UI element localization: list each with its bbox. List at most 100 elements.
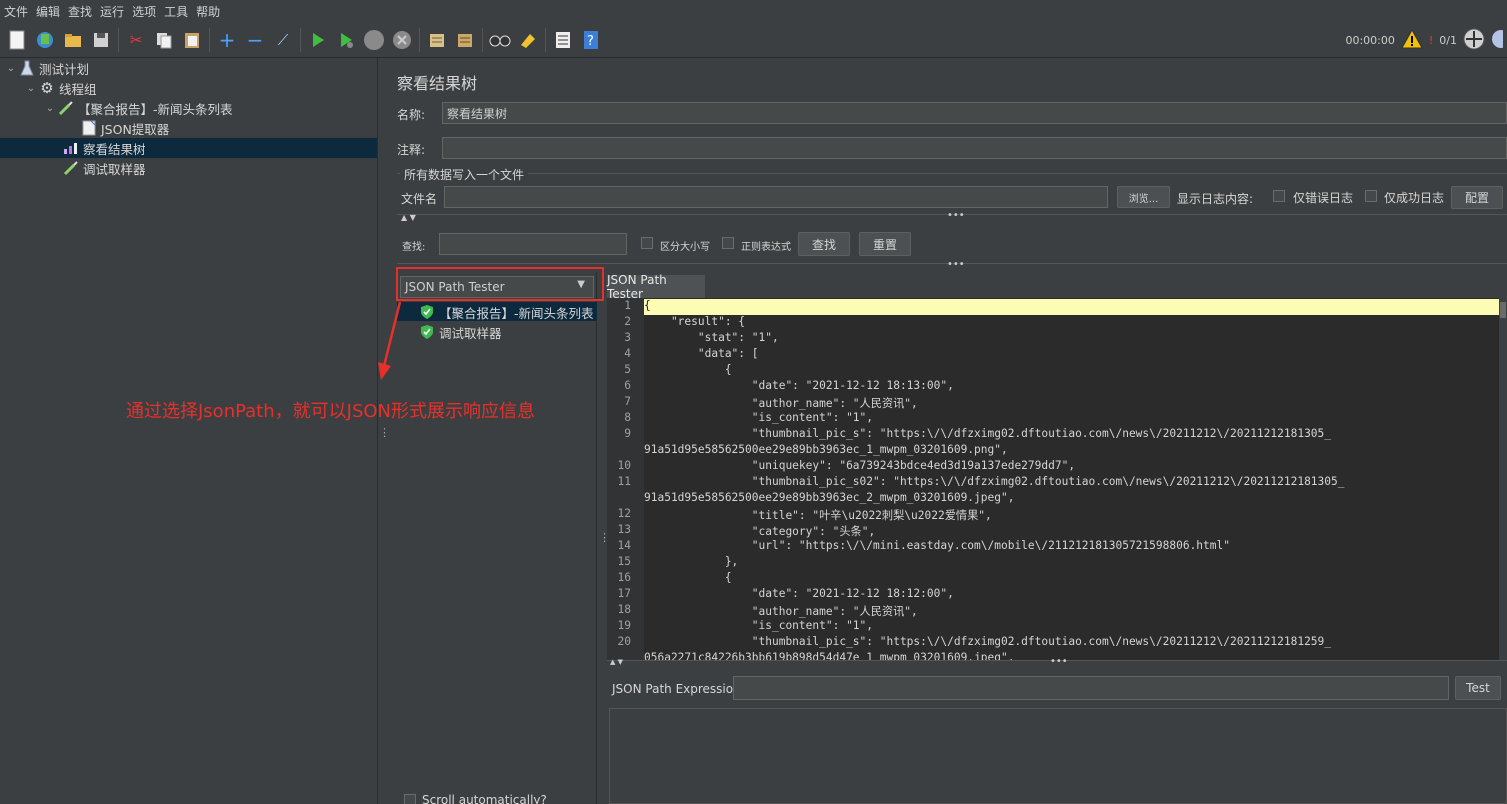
case-sensitive-checkbox[interactable] <box>641 237 653 249</box>
menu-file[interactable]: 文件 <box>4 3 28 20</box>
code-text: "thumbnail_pic_s": "https:\/\/dfzximg02.… <box>644 635 1332 648</box>
line-number: 9 <box>624 427 631 440</box>
function-helper-icon[interactable] <box>552 29 574 51</box>
code-text: "title": "叶辛\u2022刺梨\u2022爱情果", <box>644 509 992 522</box>
chevron-down-icon[interactable]: ⌄ <box>43 103 57 114</box>
name-field[interactable]: 察看结果树 <box>442 102 1507 124</box>
code-text: "stat": "1", <box>644 331 779 344</box>
configure-button[interactable]: 配置 <box>1451 186 1503 209</box>
clear-all-icon[interactable] <box>454 29 476 51</box>
line-number: 5 <box>624 363 631 376</box>
save-icon[interactable] <box>90 29 112 51</box>
cut-icon[interactable]: ✂ <box>125 29 147 51</box>
templates-icon[interactable] <box>34 29 56 51</box>
menu-bar: 文件 编辑 查找 运行 选项 工具 帮助 <box>0 0 1507 22</box>
tree-item-label: JSON提取器 <box>101 121 170 137</box>
start-icon[interactable] <box>307 29 329 51</box>
code-text: 056a2271c84226b3bb619b898d54d47e_1_mwpm_… <box>644 651 1015 660</box>
search-icon[interactable] <box>489 29 511 51</box>
scrollbar-thumb[interactable] <box>1500 302 1506 318</box>
tree-item-json-extractor[interactable]: JSON提取器 <box>80 118 169 138</box>
chevron-down-icon[interactable]: ▼ <box>577 279 585 290</box>
tree-item-label: 调试取样器 <box>83 161 146 177</box>
stop-icon[interactable] <box>363 29 385 51</box>
name-label: 名称: <box>397 108 426 122</box>
comment-field[interactable] <box>442 137 1507 159</box>
scroll-auto-label: Scroll automatically? <box>422 793 547 804</box>
regex-checkbox[interactable] <box>722 237 734 249</box>
menu-run[interactable]: 运行 <box>100 3 124 20</box>
menu-tools[interactable]: 工具 <box>164 3 188 20</box>
tree-item-thread-group[interactable]: ⌄ ⚙ 线程组 <box>24 78 97 98</box>
json-path-expression-input[interactable] <box>733 676 1449 700</box>
copy-icon[interactable] <box>153 29 175 51</box>
toolbar: ✂ + − ⟋ ? 00:00:00 ! 0/1 <box>0 22 1507 58</box>
thread-counter: 0/1 <box>1439 33 1457 47</box>
menu-options[interactable]: 选项 <box>132 3 156 20</box>
result-item-debug-sampler[interactable]: 调试取样器 <box>418 322 502 342</box>
tree-item-http-sampler[interactable]: ⌄ 【聚合报告】-新闻头条列表 <box>43 98 233 118</box>
collapse-arrows-icon[interactable]: ▲ ▼ <box>610 658 623 666</box>
start-no-pause-icon[interactable] <box>335 29 357 51</box>
reset-button[interactable]: 重置 <box>859 232 911 256</box>
tree-item-debug-sampler[interactable]: 调试取样器 <box>62 158 146 178</box>
warning-icon[interactable] <box>1401 28 1423 52</box>
code-scrollbar[interactable] <box>1499 298 1507 660</box>
results-splitter[interactable]: ⋮ <box>598 272 610 804</box>
code-text: { <box>644 571 732 584</box>
chevron-down-icon[interactable]: ⌄ <box>4 63 18 74</box>
svg-text:?: ? <box>587 34 594 49</box>
toggle-icon[interactable]: ⟋ <box>272 29 294 51</box>
line-number: 16 <box>617 571 631 584</box>
code-text: "is_content": "1", <box>644 619 874 632</box>
errors-only-checkbox[interactable] <box>1273 190 1285 202</box>
result-item-http-sampler[interactable]: 【聚合报告】-新闻头条列表 <box>418 302 594 322</box>
filename-field[interactable] <box>444 186 1108 208</box>
tree-item-view-results-tree[interactable]: 察看结果树 <box>0 138 377 158</box>
menu-edit[interactable]: 编辑 <box>36 3 60 20</box>
expand-icon[interactable]: + <box>216 28 238 52</box>
json-path-result-area[interactable] <box>609 708 1507 804</box>
tree-item-test-plan[interactable]: ⌄ 测试计划 <box>4 58 89 78</box>
code-text: "author_name": "人民资讯", <box>644 397 918 410</box>
scroll-auto-checkbox[interactable] <box>404 794 416 804</box>
annotation-arrow-icon <box>378 301 402 380</box>
drag-handle-icon[interactable]: ••• <box>947 259 965 270</box>
code-text: "date": "2021-12-12 18:13:00", <box>644 379 954 392</box>
line-number: 3 <box>624 331 631 344</box>
test-button[interactable]: Test <box>1455 676 1501 700</box>
line-number: 17 <box>617 587 631 600</box>
menu-help[interactable]: 帮助 <box>196 3 220 20</box>
logger-icon[interactable] <box>1491 28 1507 53</box>
help-icon[interactable]: ? <box>580 29 602 51</box>
test-plan-tree: ⌄ 测试计划 ⌄ ⚙ 线程组 ⌄ 【聚合报告】-新闻头条列表 JSON提取器 察… <box>0 58 378 804</box>
find-button[interactable]: 查找 <box>798 232 850 256</box>
clear-icon[interactable] <box>426 29 448 51</box>
browse-button[interactable]: 浏览... <box>1117 186 1170 208</box>
search-input[interactable] <box>439 233 627 255</box>
tree-item-label: 【聚合报告】-新闻头条列表 <box>78 101 233 117</box>
reset-search-icon[interactable] <box>517 29 539 51</box>
line-number: 7 <box>624 395 631 408</box>
response-code-view[interactable]: 1 {2 "result": {3 "stat": "1", 4 "data": [… <box>607 298 1507 660</box>
line-number: 12 <box>617 507 631 520</box>
renderer-select[interactable]: JSON Path Tester ▼ <box>400 276 594 298</box>
menu-search[interactable]: 查找 <box>68 3 92 20</box>
drag-handle-icon[interactable]: ••• <box>947 210 965 221</box>
success-only-checkbox[interactable] <box>1365 190 1377 202</box>
remote-icon[interactable] <box>1463 28 1485 53</box>
collapse-bar[interactable]: ▲ ▼ ••• <box>397 210 1507 224</box>
line-number: 13 <box>617 523 631 536</box>
collapse-icon[interactable]: − <box>244 28 266 52</box>
new-icon[interactable] <box>6 29 28 51</box>
toolbar-separator <box>419 27 420 52</box>
tab-json-path-tester[interactable]: JSON Path Tester <box>607 273 705 301</box>
chevron-down-icon[interactable]: ⌄ <box>24 83 38 94</box>
main-splitter[interactable]: ⋮ <box>378 58 390 804</box>
paste-icon[interactable] <box>181 29 203 51</box>
collapse-bar[interactable]: ▲ ▼ ••• <box>607 656 1507 668</box>
drag-handle-icon[interactable]: ••• <box>1050 656 1068 667</box>
open-icon[interactable] <box>62 29 84 51</box>
collapse-arrows-icon[interactable]: ▲ ▼ <box>401 213 416 222</box>
shutdown-icon[interactable] <box>391 29 413 51</box>
